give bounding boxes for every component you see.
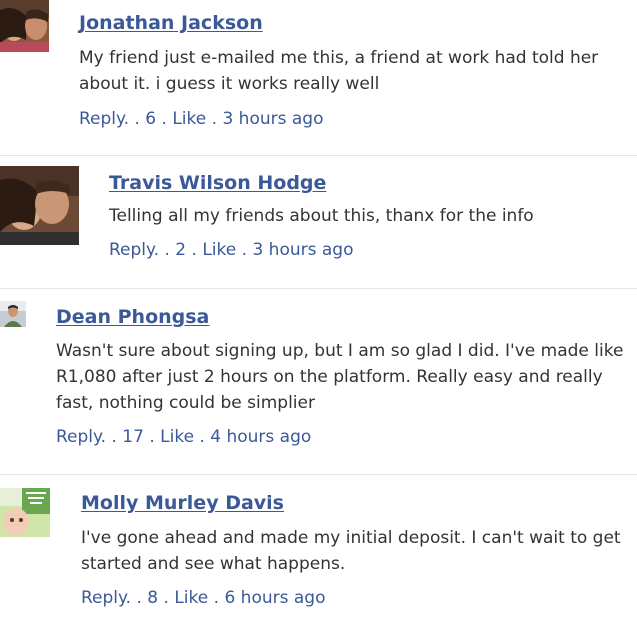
like-link[interactable]: Like — [174, 588, 208, 608]
comment-body: Travis Wilson Hodge Telling all my frien… — [109, 171, 629, 262]
comment-author[interactable]: Travis Wilson Hodge — [109, 171, 629, 195]
comment-author[interactable]: Dean Phongsa — [56, 305, 626, 329]
comment-text: Telling all my friends about this, thanx… — [109, 206, 534, 226]
comment-timestamp: 3 hours ago — [252, 240, 354, 260]
comment-text: Wasn't sure about signing up, but I am s… — [56, 341, 624, 413]
profile-photo-icon — [0, 488, 50, 537]
comment-body: Dean Phongsa Wasn't sure about signing u… — [56, 305, 626, 449]
profile-photo-icon — [0, 166, 79, 245]
comment-text: My friend just e-mailed me this, a frien… — [79, 48, 599, 94]
profile-photo-icon — [0, 0, 49, 52]
like-count: 17 — [122, 427, 144, 447]
like-count: 6 — [145, 109, 157, 129]
comment-timestamp: 6 hours ago — [224, 588, 326, 608]
comment-actions: Reply. . 17 . Like . 4 hours ago — [56, 427, 312, 447]
like-link[interactable]: Like — [172, 109, 206, 129]
comment-item: Dean Phongsa Wasn't sure about signing u… — [0, 289, 637, 474]
avatar[interactable] — [0, 301, 26, 327]
reply-link[interactable]: Reply. — [79, 109, 129, 129]
like-link[interactable]: Like — [202, 240, 236, 260]
avatar[interactable] — [0, 166, 79, 245]
comment-author[interactable]: Jonathan Jackson — [79, 11, 619, 35]
comment-author[interactable]: Molly Murley Davis — [81, 491, 621, 515]
comment-body: Jonathan Jackson My friend just e-mailed… — [79, 11, 619, 131]
comment-body: Molly Murley Davis I've gone ahead and m… — [81, 491, 621, 610]
comment-actions: Reply. . 2 . Like . 3 hours ago — [109, 240, 354, 260]
like-link[interactable]: Like — [160, 427, 194, 447]
avatar[interactable] — [0, 0, 49, 52]
like-count: 2 — [175, 240, 187, 260]
reply-link[interactable]: Reply. — [81, 588, 131, 608]
comment-item: Jonathan Jackson My friend just e-mailed… — [0, 0, 637, 155]
comment-timestamp: 4 hours ago — [210, 427, 312, 447]
comment-text: I've gone ahead and made my initial depo… — [81, 528, 621, 574]
reply-link[interactable]: Reply. — [109, 240, 159, 260]
comment-item: Travis Wilson Hodge Telling all my frien… — [0, 156, 637, 288]
comment-actions: Reply. . 6 . Like . 3 hours ago — [79, 109, 324, 129]
reply-link[interactable]: Reply. — [56, 427, 106, 447]
profile-photo-icon — [0, 301, 26, 327]
like-count: 8 — [147, 588, 159, 608]
avatar[interactable] — [0, 488, 50, 537]
comment-timestamp: 3 hours ago — [222, 109, 324, 129]
comment-actions: Reply. . 8 . Like . 6 hours ago — [81, 588, 326, 608]
comment-item: Molly Murley Davis I've gone ahead and m… — [0, 475, 637, 625]
